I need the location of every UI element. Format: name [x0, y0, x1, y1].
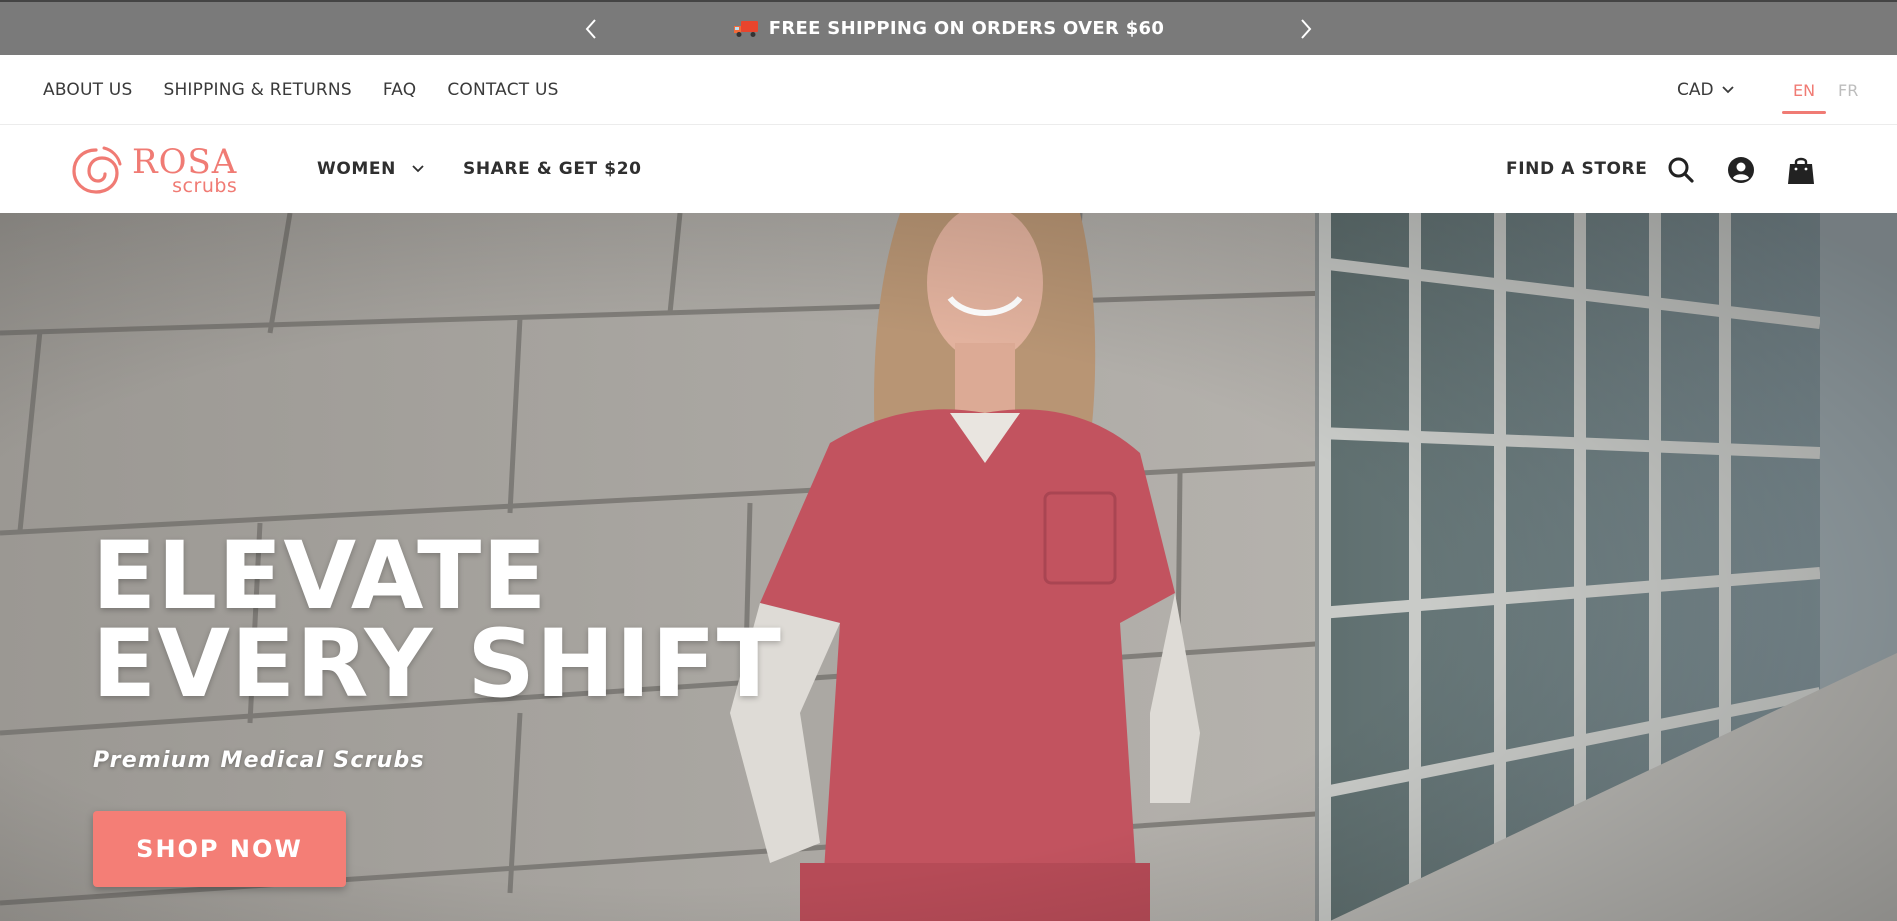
- nav-women[interactable]: WOMEN: [317, 125, 424, 213]
- nav-find-a-store[interactable]: FIND A STORE: [1506, 125, 1647, 213]
- language-fr-button[interactable]: FR: [1838, 55, 1858, 125]
- hero-headline: ELEVATE EVERY SHIFT: [92, 522, 782, 719]
- currency-value: CAD: [1677, 80, 1714, 100]
- logo-name: ROSA: [132, 141, 238, 182]
- nav-share-get-20[interactable]: SHARE & GET $20: [463, 125, 642, 213]
- account-button[interactable]: [1724, 153, 1758, 187]
- chevron-down-icon: [412, 165, 424, 173]
- announcement-bar: FREE SHIPPING ON ORDERS OVER $60: [0, 0, 1897, 55]
- utility-links: ABOUT US SHIPPING & RETURNS FAQ CONTACT …: [43, 55, 559, 125]
- currency-selector[interactable]: CAD: [1677, 55, 1734, 125]
- announcement-prev-button[interactable]: [576, 14, 606, 44]
- main-nav: ROSA scrubs WOMEN SHARE & GET $20 FIND A…: [0, 125, 1897, 213]
- chevron-right-icon: [1301, 19, 1312, 39]
- logo[interactable]: ROSA scrubs: [70, 143, 237, 197]
- hero-banner: ELEVATE EVERY SHIFT Premium Medical Scru…: [0, 213, 1897, 921]
- nav-women-label: WOMEN: [317, 159, 396, 179]
- shipping-returns-link[interactable]: SHIPPING & RETURNS: [163, 80, 351, 100]
- logo-wordmark: ROSA scrubs: [132, 145, 237, 196]
- search-button[interactable]: [1664, 153, 1698, 187]
- contact-us-link[interactable]: CONTACT US: [447, 80, 558, 100]
- logo-tagline: scrubs: [172, 174, 238, 197]
- cart-button[interactable]: [1784, 153, 1818, 187]
- announcement-next-button[interactable]: [1291, 14, 1321, 44]
- user-icon: [1728, 157, 1754, 183]
- announcement-message: FREE SHIPPING ON ORDERS OVER $60: [733, 18, 1164, 39]
- hero-subheadline: Premium Medical Scrubs: [93, 748, 425, 773]
- hero-headline-line1: ELEVATE: [92, 522, 548, 631]
- shopping-bag-icon: [1788, 157, 1814, 184]
- hero-headline-line2: EVERY SHIFT: [92, 610, 782, 719]
- truck-icon: [733, 20, 758, 37]
- shop-now-button[interactable]: SHOP NOW: [93, 811, 346, 887]
- search-icon: [1668, 157, 1694, 183]
- faq-link[interactable]: FAQ: [383, 80, 417, 100]
- about-us-link[interactable]: ABOUT US: [43, 80, 132, 100]
- swirl-logo-icon: [72, 146, 122, 194]
- announcement-text: FREE SHIPPING ON ORDERS OVER $60: [768, 18, 1165, 39]
- chevron-left-icon: [585, 19, 596, 39]
- chevron-down-icon: [1721, 86, 1734, 94]
- language-en-button[interactable]: EN: [1782, 55, 1826, 125]
- utility-bar: ABOUT US SHIPPING & RETURNS FAQ CONTACT …: [0, 55, 1897, 125]
